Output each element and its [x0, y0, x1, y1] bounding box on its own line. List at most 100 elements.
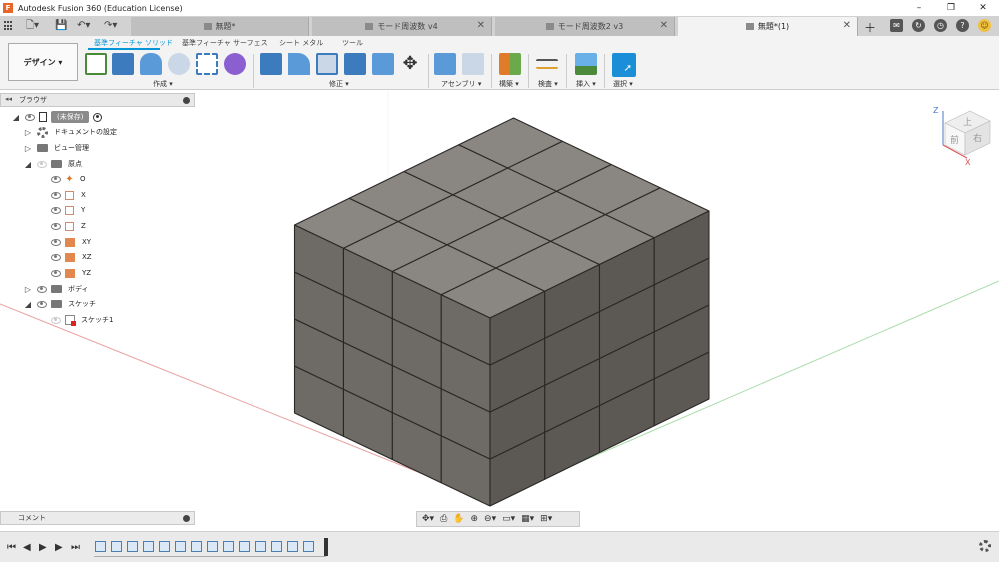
construct-group-label[interactable]: 構築 ▾ [499, 79, 519, 89]
activate-component-icon[interactable] [93, 112, 103, 122]
loft-icon[interactable] [196, 53, 218, 75]
form-icon[interactable] [224, 53, 246, 75]
tree-item-view-management[interactable]: ▷ ビュー管理 [24, 141, 89, 155]
browser-pin-icon[interactable] [183, 97, 190, 104]
data-panel-grid-icon[interactable] [4, 21, 14, 31]
close-tab-icon[interactable]: ✕ [843, 20, 851, 31]
visibility-eye-icon[interactable] [51, 191, 61, 199]
tree-item-xy-plane[interactable]: XY [51, 235, 91, 249]
redo-icon[interactable]: ↷▾ [104, 19, 117, 33]
workspace-switcher-button[interactable]: デザイン ▾ [8, 43, 78, 81]
visibility-eye-icon[interactable] [51, 222, 61, 230]
assemble-group-label[interactable]: アセンブリ ▾ [441, 79, 481, 89]
visibility-eye-icon[interactable] [37, 160, 47, 168]
insert-image-icon[interactable] [575, 53, 597, 75]
tab-solid[interactable]: 基準フィーチャ ソリッド [94, 38, 173, 48]
timeline-feature-move[interactable] [159, 541, 170, 552]
tree-item-document-settings[interactable]: ▷ ドキュメントの設定 [24, 125, 117, 139]
inspect-group-label[interactable]: 検査 ▾ [538, 79, 558, 89]
revolve-icon[interactable] [140, 53, 162, 75]
timeline-feature-move[interactable] [271, 541, 282, 552]
sweep-icon[interactable] [168, 53, 190, 75]
tree-item-z-axis[interactable]: Z [51, 219, 86, 233]
orbit-icon[interactable]: ✥▾ [422, 514, 434, 524]
close-window-button[interactable]: ✕ [967, 0, 999, 16]
timeline-feature-extrude[interactable] [127, 541, 138, 552]
combine-icon[interactable] [344, 53, 366, 75]
expand-triangle-icon[interactable]: ▷ [24, 144, 32, 153]
timeline-feature-move[interactable] [191, 541, 202, 552]
step-back-icon[interactable]: ◀ [23, 542, 31, 553]
extrude-icon[interactable] [112, 53, 134, 75]
create-group-label[interactable]: 作成 ▾ [153, 79, 173, 89]
grid-settings-icon[interactable]: ▦▾ [521, 514, 534, 524]
new-tab-button[interactable]: ＋ [864, 19, 876, 36]
tree-item-sketches[interactable]: ◢ スケッチ [24, 297, 96, 311]
timeline-feature-extrude[interactable] [111, 541, 122, 552]
look-at-icon[interactable]: ⎙ [440, 514, 447, 524]
visibility-eye-icon[interactable] [51, 253, 61, 261]
save-icon[interactable]: 💾 [55, 19, 67, 33]
timeline-feature-move[interactable] [207, 541, 218, 552]
tree-item-origin[interactable]: ◢ 原点 [24, 157, 82, 171]
minimize-button[interactable]: – [903, 0, 935, 16]
display-settings-icon[interactable]: ▭▾ [502, 514, 515, 524]
visibility-eye-icon[interactable] [51, 269, 61, 277]
insert-group-label[interactable]: 挿入 ▾ [576, 79, 596, 89]
restore-button[interactable]: ❐ [935, 0, 967, 16]
visibility-eye-icon[interactable] [51, 316, 61, 324]
visibility-eye-icon[interactable] [51, 206, 61, 214]
visibility-eye-icon[interactable] [25, 113, 35, 121]
comments-add-icon[interactable] [183, 515, 190, 522]
expand-triangle-icon[interactable]: ▷ [24, 128, 32, 137]
browser-panel-header[interactable]: ◂◂ ブラウザ [0, 93, 195, 107]
modify-group-label[interactable]: 修正 ▾ [329, 79, 349, 89]
joint-icon[interactable] [462, 53, 484, 75]
go-to-end-icon[interactable]: ⏭ [71, 542, 80, 553]
step-forward-icon[interactable]: ▶ [55, 542, 63, 553]
fillet-icon[interactable] [288, 53, 310, 75]
select-icon[interactable]: ➚ [612, 53, 636, 77]
zoom-icon[interactable]: ⊕ [470, 514, 478, 524]
tree-item-bodies[interactable]: ▷ ボディ [24, 282, 89, 296]
chat-icon[interactable]: ✉ [890, 19, 903, 32]
timeline-feature-move[interactable] [175, 541, 186, 552]
tab-tools[interactable]: ツール [342, 38, 363, 48]
tree-root[interactable]: ◢ (未保存) [12, 110, 103, 124]
timeline-settings-gear-icon[interactable] [979, 540, 991, 552]
visibility-eye-icon[interactable] [37, 285, 47, 293]
timeline-feature-move[interactable] [239, 541, 250, 552]
tab-mode-frequency2-v3[interactable]: モード周波数2 v3 ✕ [495, 17, 675, 36]
collapse-triangle-icon[interactable]: ◢ [24, 300, 32, 309]
close-tab-icon[interactable]: ✕ [477, 20, 485, 31]
press-pull-icon[interactable] [260, 53, 282, 75]
3d-viewport[interactable]: 上 前 右 Z X [0, 91, 999, 531]
collapse-triangle-icon[interactable]: ◢ [12, 113, 20, 122]
play-icon[interactable]: ▶ [39, 542, 47, 553]
job-status-icon[interactable]: ↻ [912, 19, 925, 32]
close-tab-icon[interactable]: ✕ [660, 20, 668, 31]
tab-sheet-metal[interactable]: シート メタル [279, 38, 323, 48]
visibility-eye-icon[interactable] [51, 238, 61, 246]
viewports-icon[interactable]: ⊞▾ [540, 514, 552, 524]
timeline-feature-move[interactable] [143, 541, 154, 552]
move-icon[interactable]: ✥ [399, 53, 421, 75]
timeline-feature-pattern[interactable] [223, 541, 234, 552]
comments-panel[interactable]: コメント [0, 511, 195, 525]
tree-item-yz-plane[interactable]: YZ [51, 266, 91, 280]
visibility-eye-icon[interactable] [37, 300, 47, 308]
tab-untitled[interactable]: 無題* [131, 17, 309, 36]
tab-mode-frequency-v4[interactable]: モード周波数 v4 ✕ [312, 17, 492, 36]
split-body-icon[interactable] [372, 53, 394, 75]
notifications-icon[interactable]: ◷ [934, 19, 947, 32]
tree-item-sketch1[interactable]: スケッチ1 [51, 313, 113, 327]
collapse-triangle-icon[interactable]: ◢ [24, 160, 32, 169]
new-component-icon[interactable] [434, 53, 456, 75]
help-icon[interactable]: ? [956, 19, 969, 32]
pan-icon[interactable]: ✋ [453, 514, 464, 524]
timeline-marker[interactable] [324, 538, 328, 556]
timeline-feature-move[interactable] [255, 541, 266, 552]
tab-surface[interactable]: 基準フィーチャ サーフェス [182, 38, 268, 48]
undo-icon[interactable]: ↶▾ [77, 19, 90, 33]
construct-plane-icon[interactable] [499, 53, 521, 75]
